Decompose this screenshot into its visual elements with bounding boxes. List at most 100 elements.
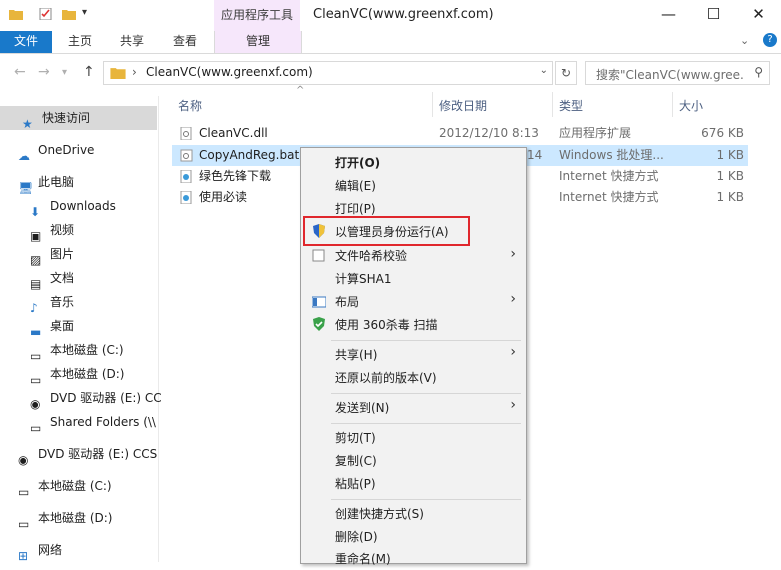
file-size: 676 KB [701,126,744,140]
nav-item-drive-d-root[interactable]: ▭ 本地磁盘 (D:) [18,507,112,531]
submenu-arrow-icon: › [510,246,516,262]
menu-item-edit[interactable]: 编辑(E) [335,175,376,197]
menu-item-open[interactable]: 打开(O) [335,152,380,174]
nav-item-quick-access[interactable]: ★ 快速访问 [22,107,90,131]
nav-item-shared-folders[interactable]: ▭ Shared Folders (\\ [30,411,156,435]
refresh-button[interactable]: ↻ [555,61,577,85]
up-icon[interactable]: ↑ [83,64,95,80]
ribbon-expand-icon[interactable]: ⌄ [740,34,749,47]
ribbon-tabs: 文件 主页 共享 查看 管理 ⌄ ? [0,31,781,54]
tab-manage[interactable]: 管理 [214,31,302,53]
hash-checkbox-icon [312,249,325,262]
dvd-icon: ◉ [18,452,29,467]
tab-share[interactable]: 共享 [112,31,152,53]
drive-icon: ▭ [30,348,42,363]
context-tab-title: 应用程序工具 [214,0,300,31]
menu-item-cut[interactable]: 剪切(T) [335,427,376,449]
nav-item-onedrive[interactable]: ☁ OneDrive [18,139,94,163]
submenu-arrow-icon: › [510,397,516,413]
menu-item-send-to[interactable]: 发送到(N) [335,397,389,419]
close-button[interactable]: ✕ [736,0,781,31]
file-size: 1 KB [716,148,744,162]
nav-item-drive-c-root[interactable]: ▭ 本地磁盘 (C:) [18,475,112,499]
nav-item-dvd[interactable]: ◉ DVD 驱动器 (E:) CC [30,387,162,411]
new-folder-icon[interactable] [62,8,76,20]
nav-item-drive-c[interactable]: ▭ 本地磁盘 (C:) [30,339,124,363]
file-name: 使用必读 [199,190,248,204]
nav-item-downloads[interactable]: ⬇ Downloads [30,195,116,219]
context-menu: 打开(O) 编辑(E) 打印(P) 以管理员身份运行(A) 文件哈希校验 › 计… [300,147,527,566]
breadcrumb[interactable]: CleanVC(www.greenxf.com) [146,65,313,79]
nav-item-documents[interactable]: ▤ 文档 [30,267,74,291]
drive-icon: ▭ [18,484,30,499]
tab-view[interactable]: 查看 [165,31,205,53]
nav-item-videos[interactable]: ▣ 视频 [30,219,74,243]
search-input[interactable]: 搜索"CleanVC(www.gree... ⚲ [585,61,770,85]
menu-item-rename[interactable]: 重命名(M) [335,548,391,570]
nav-item-network[interactable]: ⊞ 网络 [18,539,62,563]
help-icon[interactable]: ? [763,33,777,47]
menu-separator [331,340,521,341]
file-row[interactable]: CleanVC.dll 2012/12/10 8:13 应用程序扩展 676 K… [172,123,748,144]
nav-item-desktop[interactable]: ▬ 桌面 [30,315,74,339]
cloud-icon: ☁ [18,148,30,163]
menu-item-file-hash[interactable]: 文件哈希校验 [335,245,407,267]
search-icon[interactable]: ⚲ [754,65,763,79]
computer-icon: 🖥 [18,180,34,195]
minimize-button[interactable]: — [646,0,691,31]
antivirus-360-icon [313,317,325,331]
nav-item-drive-d[interactable]: ▭ 本地磁盘 (D:) [30,363,124,387]
video-icon: ▣ [30,228,42,243]
column-divider[interactable] [672,92,673,117]
menu-item-copy[interactable]: 复制(C) [335,450,377,472]
tab-file[interactable]: 文件 [0,31,52,53]
file-type: Internet 快捷方式 [559,190,659,204]
menu-item-paste[interactable]: 粘贴(P) [335,473,376,495]
column-header-type[interactable]: 类型 [559,97,583,114]
menu-item-restore-versions[interactable]: 还原以前的版本(V) [335,367,437,389]
maximize-button[interactable]: ☐ [691,0,736,31]
star-icon: ★ [22,116,33,131]
menu-item-scan-360[interactable]: 使用 360杀毒 扫描 [335,314,438,336]
tab-home[interactable]: 主页 [60,31,100,53]
window-title: CleanVC(www.greenxf.com) [313,7,494,22]
submenu-arrow-icon: › [510,291,516,307]
drive-icon: ▭ [18,516,30,531]
menu-item-layout[interactable]: 布局 [335,291,359,313]
nav-item-this-pc[interactable]: 🖥 此电脑 [18,171,74,195]
menu-item-delete[interactable]: 删除(D) [335,526,378,548]
column-divider[interactable] [552,92,553,117]
column-header-size[interactable]: 大小 [679,97,703,114]
recent-dropdown-icon[interactable]: ▾ [62,67,67,78]
address-bar[interactable]: › CleanVC(www.greenxf.com) ⌄ [103,61,553,85]
file-size: 1 KB [716,169,744,183]
folder-icon [110,68,126,79]
internet-shortcut-icon [180,191,192,204]
column-header-name[interactable]: 名称 [178,97,202,114]
folder-icon[interactable] [9,8,23,20]
column-divider[interactable] [432,92,433,117]
menu-item-sha1[interactable]: 计算SHA1 [335,268,392,290]
menu-item-share[interactable]: 共享(H) [335,344,377,366]
properties-icon[interactable] [39,8,53,20]
search-placeholder: 搜索"CleanVC(www.gree... [596,68,744,82]
file-type: 应用程序扩展 [559,126,632,140]
nav-item-music[interactable]: ♪ 音乐 [30,291,74,315]
desktop-icon: ▬ [30,324,42,339]
file-name: CopyAndReg.bat [199,148,300,162]
drive-icon: ▭ [30,372,42,387]
forward-icon[interactable]: → [38,64,50,80]
breadcrumb-chevron-icon[interactable]: › [132,65,137,79]
column-header-date[interactable]: 修改日期 [439,97,487,114]
menu-item-create-shortcut[interactable]: 创建快捷方式(S) [335,503,424,525]
nav-item-pictures[interactable]: ▨ 图片 [30,243,74,267]
file-type: Windows 批处理... [559,148,664,162]
file-date: 14 [527,148,543,162]
menu-separator [331,393,521,394]
back-icon[interactable]: ← [14,64,26,80]
file-date: 2012/12/10 8:13 [439,126,539,140]
address-dropdown-icon[interactable]: ⌄ [540,65,548,76]
nav-item-dvd-root[interactable]: ◉ DVD 驱动器 (E:) CCS [18,443,157,467]
submenu-arrow-icon: › [510,344,516,360]
quick-access-dropdown-icon[interactable]: ▾ [82,7,87,18]
